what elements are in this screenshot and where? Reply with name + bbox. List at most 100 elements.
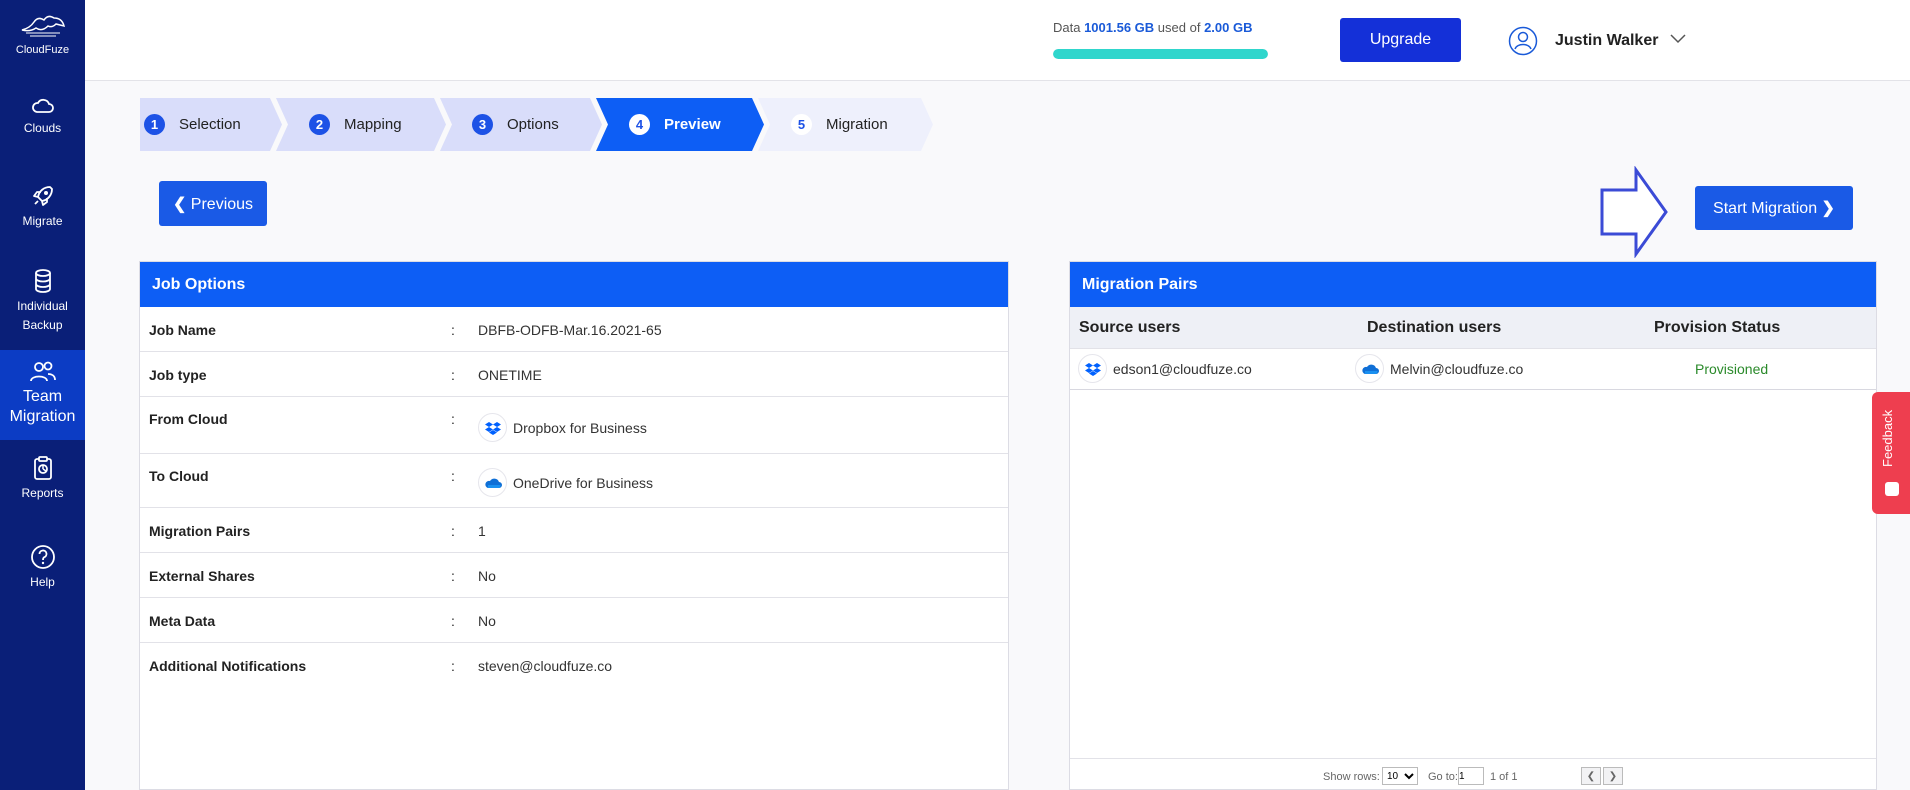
job-colon: :: [451, 658, 455, 674]
logo-text: CloudFuze: [15, 44, 70, 56]
job-row-meta-data: Meta Data : No: [140, 598, 1008, 643]
job-value: 1: [478, 523, 486, 539]
job-key: From Cloud: [149, 411, 228, 427]
help-icon: [30, 545, 55, 569]
job-row-to-cloud: To Cloud : OneDrive for Business: [140, 454, 1008, 508]
job-key: Job Name: [149, 322, 216, 338]
job-key: Job type: [149, 367, 207, 383]
column-header-status[interactable]: Provision Status: [1654, 319, 1780, 337]
sidebar-item-reports[interactable]: Reports: [0, 455, 85, 505]
sidebar-item-label: Team Migration: [9, 388, 76, 425]
start-migration-button[interactable]: Start Migration ❯: [1695, 186, 1853, 230]
chevron-left-icon: ❮: [172, 195, 187, 213]
step-selection[interactable]: 1 Selection: [140, 98, 282, 151]
dropbox-icon: [1078, 354, 1107, 383]
onedrive-icon: [478, 468, 507, 497]
start-migration-label: Start Migration: [1713, 200, 1818, 217]
job-value: No: [478, 568, 496, 584]
job-key: External Shares: [149, 568, 255, 584]
job-options-title: Job Options: [140, 262, 1008, 307]
sidebar-item-individual-backup[interactable]: Individual Backup: [0, 268, 85, 334]
job-value: ONETIME: [478, 367, 542, 383]
step-label: Preview: [664, 116, 721, 133]
top-header: Data 1001.56 GB used of 2.00 GB Upgrade …: [85, 0, 1910, 81]
show-rows-label: Show rows:: [1323, 771, 1380, 783]
job-value: Dropbox for Business: [478, 413, 647, 442]
job-colon: :: [451, 613, 455, 629]
next-page-button[interactable]: ❯: [1603, 767, 1623, 785]
chevron-down-icon[interactable]: [1670, 34, 1686, 44]
job-value: No: [478, 613, 496, 629]
upgrade-button[interactable]: Upgrade: [1340, 18, 1461, 62]
job-value: OneDrive for Business: [478, 468, 653, 497]
job-value: steven@cloudfuze.co: [478, 658, 613, 674]
job-key: Migration Pairs: [149, 523, 251, 539]
sidebar-item-label: Migrate: [22, 214, 63, 228]
previous-label: Previous: [190, 195, 254, 213]
step-number: 1: [144, 114, 165, 135]
job-row-notifications: Additional Notifications : steven@cloudf…: [140, 643, 1008, 688]
dropbox-icon: [478, 413, 507, 442]
database-icon: [34, 269, 51, 293]
user-avatar-icon[interactable]: [1508, 26, 1538, 56]
step-number: 3: [472, 114, 493, 135]
job-row-from-cloud: From Cloud : Dropbox for Business: [140, 397, 1008, 454]
job-row-external-shares: External Shares : No: [140, 553, 1008, 598]
job-colon: :: [451, 568, 455, 584]
sidebar: CloudFuze Clouds Migrate Individual Back…: [0, 0, 85, 790]
page-info: 1 of 1: [1490, 771, 1518, 783]
job-colon: :: [451, 523, 455, 539]
storage-usage-fill: [1053, 49, 1268, 59]
step-label: Selection: [179, 116, 241, 133]
job-colon: :: [451, 367, 455, 383]
sidebar-item-label: Help: [30, 575, 55, 589]
sidebar-item-label: Individual Backup: [17, 299, 68, 332]
job-row-type: Job type : ONETIME: [140, 352, 1008, 397]
step-number: 5: [791, 114, 812, 135]
feedback-label: Feedback: [1880, 409, 1895, 467]
cloudfuze-logo-icon: [21, 15, 65, 37]
destination-user-email: Melvin@cloudfuze.co: [1390, 360, 1524, 377]
step-options[interactable]: 3 Options: [440, 98, 602, 151]
source-user-cell: edson1@cloudfuze.co: [1078, 354, 1252, 383]
sidebar-item-help[interactable]: Help: [0, 544, 85, 594]
rocket-icon: [32, 186, 53, 206]
feedback-tab[interactable]: Feedback: [1872, 392, 1910, 514]
onedrive-icon: [1355, 354, 1384, 383]
column-header-source[interactable]: Source users: [1079, 319, 1180, 337]
to-cloud-name: OneDrive for Business: [513, 474, 654, 491]
sidebar-item-label: Reports: [21, 486, 64, 500]
sidebar-item-clouds[interactable]: Clouds: [0, 96, 85, 146]
sidebar-item-team-migration[interactable]: Team Migration: [0, 350, 85, 440]
job-key: Meta Data: [149, 613, 216, 629]
destination-user-cell: Melvin@cloudfuze.co: [1355, 354, 1523, 383]
step-preview[interactable]: 4 Preview: [596, 98, 764, 151]
job-colon: :: [451, 411, 455, 427]
chevron-right-icon: ❯: [1821, 200, 1835, 217]
previous-button[interactable]: ❮ Previous: [159, 181, 267, 226]
arrow-right-icon: [1600, 166, 1668, 258]
goto-page-input[interactable]: [1458, 767, 1484, 785]
from-cloud-name: Dropbox for Business: [513, 419, 647, 436]
step-migration[interactable]: 5 Migration: [758, 98, 933, 151]
sidebar-item-migrate[interactable]: Migrate: [0, 183, 85, 233]
storage-usage-text: Data 1001.56 GB used of 2.00 GB: [1053, 20, 1253, 35]
step-number: 4: [629, 114, 650, 135]
column-header-destination[interactable]: Destination users: [1367, 319, 1501, 337]
job-options-panel: Job Options Job Name : DBFB-ODFB-Mar.16.…: [139, 261, 1009, 790]
goto-label: Go to:: [1428, 771, 1458, 783]
feedback-icon: [1885, 482, 1899, 496]
migration-pairs-title: Migration Pairs: [1070, 262, 1876, 307]
user-name[interactable]: Justin Walker: [1555, 32, 1658, 50]
job-value: DBFB-ODFB-Mar.16.2021-65: [478, 322, 662, 338]
table-header: Source users Destination users Provision…: [1070, 307, 1876, 349]
storage-usage-bar: [1053, 49, 1268, 59]
table-row[interactable]: edson1@cloudfuze.co Melvin@cloudfuze.co …: [1070, 349, 1876, 390]
logo[interactable]: CloudFuze: [0, 14, 85, 56]
job-row-migration-pairs: Migration Pairs : 1: [140, 508, 1008, 553]
prev-page-button[interactable]: ❮: [1581, 767, 1601, 785]
step-label: Options: [507, 116, 559, 133]
step-mapping[interactable]: 2 Mapping: [276, 98, 446, 151]
users-icon: [29, 361, 56, 382]
rows-per-page-select[interactable]: 10: [1382, 767, 1418, 785]
